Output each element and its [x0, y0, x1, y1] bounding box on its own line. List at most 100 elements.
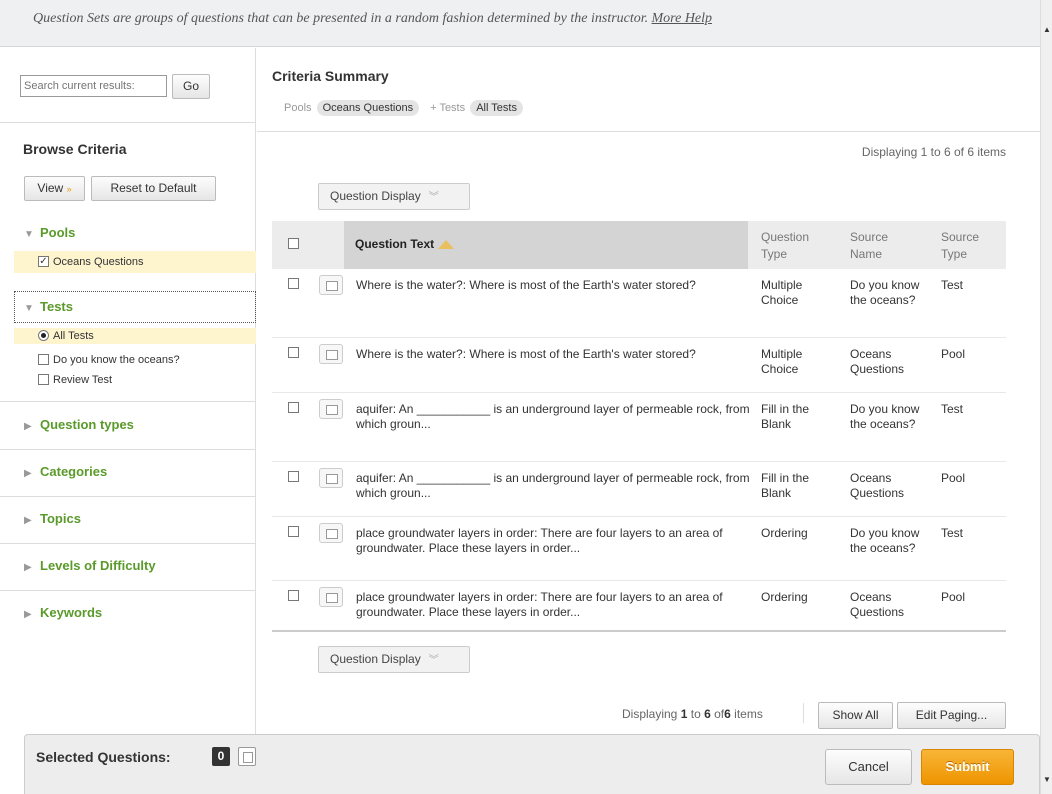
go-button[interactable]: Go — [172, 74, 210, 99]
checkbox-icon[interactable] — [38, 373, 49, 385]
double-chevron-down-icon: ︾ — [428, 655, 439, 666]
display-count-top: Displaying 1 to 6 of 6 items — [861, 145, 1006, 159]
test-option-all-tests[interactable]: All Tests — [38, 329, 94, 342]
test-option-review-test[interactable]: Review Test — [38, 373, 112, 386]
submit-button[interactable]: Submit — [921, 749, 1014, 785]
paging-of-word: of — [714, 707, 725, 721]
scroll-up-arrow-icon[interactable]: ▲ — [1041, 22, 1052, 38]
preview-icon[interactable] — [319, 468, 343, 488]
help-banner: Question Sets are groups of questions th… — [0, 0, 1040, 47]
view-button[interactable]: View » — [24, 176, 85, 201]
question-display-button-top[interactable]: Question Display ︾ — [318, 183, 470, 210]
divider — [0, 449, 256, 450]
show-all-button[interactable]: Show All — [818, 702, 893, 729]
header-line: Type — [761, 247, 788, 261]
pools-toggle[interactable]: ▼ Pools — [24, 225, 75, 240]
selected-questions-expand-icon[interactable] — [238, 747, 256, 766]
table-row: aquifer: An ___________ is an undergroun… — [272, 393, 1006, 462]
banner-text: Question Sets are groups of questions th… — [33, 11, 649, 26]
question-type-cell: Fill in the Blank — [761, 402, 810, 431]
question-types-toggle[interactable]: ▶ Question types — [24, 417, 134, 432]
categories-toggle[interactable]: ▶ Categories — [24, 464, 107, 479]
source-type-cell: Pool — [941, 347, 966, 361]
header-line: Source — [941, 230, 980, 244]
row-checkbox[interactable] — [288, 402, 299, 413]
preview-icon[interactable] — [319, 399, 343, 419]
pool-option-label: Oceans Questions — [53, 256, 144, 268]
preview-icon[interactable] — [319, 275, 343, 295]
table-row: Where is the water?: Where is most of th… — [272, 269, 1006, 338]
question-types-label: Question types — [40, 417, 134, 432]
triangle-right-icon: ▶ — [24, 468, 32, 479]
pool-option-oceans-questions[interactable]: ✓ Oceans Questions — [38, 255, 144, 268]
tests-toggle[interactable]: ▼ Tests — [24, 299, 73, 314]
row-checkbox[interactable] — [288, 471, 299, 482]
sort-ascending-icon — [438, 240, 455, 250]
header-line: Name — [850, 247, 883, 261]
paging-info: Displaying 1 to 6 of6 items — [622, 707, 763, 721]
reset-to-default-button[interactable]: Reset to Default — [91, 176, 216, 201]
source-name-header[interactable]: Source Name — [850, 229, 888, 263]
test-option-label: Do you know the oceans? — [53, 354, 180, 366]
checkbox-icon[interactable] — [38, 353, 49, 365]
tests-summary-pill[interactable]: All Tests — [470, 100, 523, 116]
preview-icon[interactable] — [319, 344, 343, 364]
row-checkbox[interactable] — [288, 590, 299, 601]
cancel-button[interactable]: Cancel — [825, 749, 912, 785]
scroll-down-arrow-icon[interactable]: ▼ — [1041, 772, 1052, 788]
topics-toggle[interactable]: ▶ Topics — [24, 511, 81, 526]
question-text-header[interactable]: Question Text — [355, 237, 455, 251]
more-help-link[interactable]: More Help — [652, 11, 713, 26]
source-type-cell: Test — [941, 526, 964, 540]
source-name-cell: Do you know the oceans? — [850, 526, 920, 555]
triangle-right-icon: ▶ — [24, 421, 32, 432]
view-label: View — [37, 181, 64, 195]
question-type-cell: Multiple Choice — [761, 278, 803, 307]
edit-paging-button[interactable]: Edit Paging... — [897, 702, 1006, 729]
source-name-cell: Oceans Questions — [850, 590, 905, 619]
question-type-cell: Ordering — [761, 526, 808, 540]
double-chevron-down-icon: ︾ — [428, 192, 439, 203]
source-name-cell: Do you know the oceans? — [850, 402, 920, 431]
pools-label: Pools — [40, 225, 76, 240]
double-chevron-down-icon: » — [66, 184, 72, 194]
paging-prefix: Displaying — [622, 707, 678, 721]
header-line: Question — [761, 230, 810, 244]
header-line: Type — [941, 247, 968, 261]
paging-to: 6 — [704, 707, 711, 721]
question-display-label: Question Display — [330, 189, 421, 203]
row-checkbox[interactable] — [288, 278, 299, 289]
levels-of-difficulty-toggle[interactable]: ▶ Levels of Difficulty — [24, 558, 156, 573]
divider — [0, 401, 256, 402]
search-input[interactable] — [20, 75, 167, 97]
question-display-label: Question Display — [330, 652, 421, 666]
table-row: Where is the water?: Where is most of th… — [272, 338, 1006, 393]
source-name-cell: Do you know the oceans? — [850, 278, 920, 307]
page-scrollbar[interactable]: ▲ ▼ — [1040, 0, 1052, 794]
checkbox-checked-icon[interactable]: ✓ — [38, 255, 49, 267]
preview-icon[interactable] — [319, 523, 343, 543]
question-text-header-label: Question Text — [355, 237, 435, 251]
pools-summary-pill[interactable]: Oceans Questions — [316, 100, 420, 116]
preview-icon[interactable] — [319, 587, 343, 607]
question-text-cell: Where is the water?: Where is most of th… — [356, 347, 696, 361]
triangle-down-icon: ▼ — [24, 229, 34, 240]
row-checkbox[interactable] — [288, 347, 299, 358]
keywords-toggle[interactable]: ▶ Keywords — [24, 605, 102, 620]
table-row: place groundwater layers in order: There… — [272, 517, 1006, 581]
source-type-header[interactable]: Source Type — [941, 229, 979, 263]
table-row: aquifer: An ___________ is an undergroun… — [272, 462, 1006, 517]
question-type-cell: Fill in the Blank — [761, 471, 810, 500]
question-display-button-bottom[interactable]: Question Display ︾ — [318, 646, 470, 673]
paging-from: 1 — [680, 707, 688, 721]
browse-sidebar: Go Browse Criteria View » Reset to Defau… — [0, 48, 256, 734]
question-text-cell: place groundwater layers in order: There… — [356, 526, 723, 555]
divider — [0, 122, 256, 123]
radio-selected-icon[interactable] — [38, 329, 49, 341]
row-checkbox[interactable] — [288, 526, 299, 537]
question-type-header[interactable]: Question Type — [761, 229, 809, 263]
selected-questions-label: Selected Questions: — [36, 749, 171, 765]
test-option-do-you-know-the-oceans[interactable]: Do you know the oceans? — [38, 353, 180, 366]
select-all-checkbox[interactable] — [288, 238, 299, 249]
divider — [0, 590, 256, 591]
